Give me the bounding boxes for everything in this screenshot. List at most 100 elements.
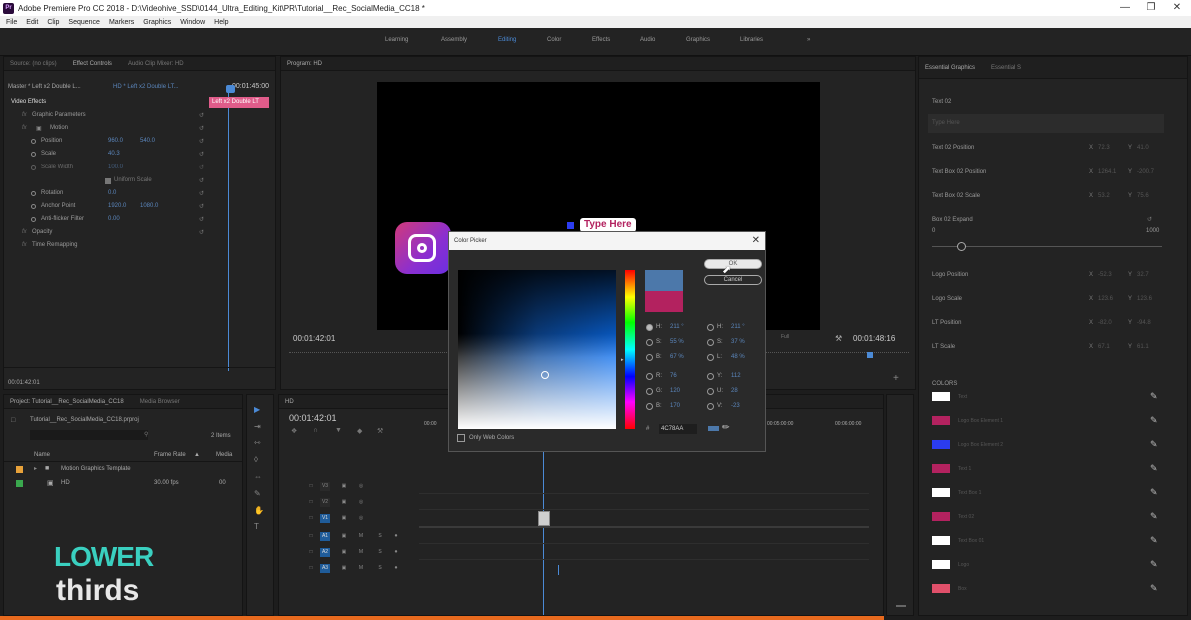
prop-y-value[interactable]: 123.6 [1137,296,1152,302]
track-sync-icon[interactable]: ▣ [339,532,349,541]
col-media-header[interactable]: Media [216,452,232,458]
anti-flicker-value[interactable]: 0.00 [108,216,120,222]
master-clip-dropdown[interactable]: Master * Left x2 Double L... [8,84,81,90]
eyedropper-icon[interactable]: ✎ [1150,535,1158,546]
track-lock-icon[interactable]: □ [306,564,316,573]
ec-row-time-remapping[interactable]: fx Time Remapping [4,240,209,252]
color-swatch[interactable] [932,392,950,401]
prop-x-value[interactable]: 123.6 [1098,296,1113,302]
stopwatch-icon[interactable] [31,204,36,209]
workspace-libraries[interactable]: Libraries [740,37,763,43]
hue-slider[interactable] [625,270,635,429]
col-name-header[interactable]: Name [34,452,50,458]
track-eye-icon[interactable]: ◎ [356,498,366,507]
position-y-value[interactable]: 540.0 [140,138,155,144]
reset-icon[interactable]: ↺ [199,151,204,158]
prop-x-value[interactable]: 67.1 [1098,344,1110,350]
eyedropper-icon[interactable]: ✎ [1150,391,1158,402]
eyedropper-icon[interactable]: ✎ [1150,559,1158,570]
track-sync-icon[interactable]: ▣ [339,514,349,523]
color-component-value[interactable]: 211 ° [670,324,684,330]
eyedropper-icon[interactable]: ✎ [1150,415,1158,426]
tab-program[interactable]: Program: HD [287,61,322,67]
tab-essential-sound[interactable]: Essential S [991,65,1021,71]
stopwatch-icon[interactable] [31,139,36,144]
minimize-icon[interactable]: — [1112,0,1138,16]
color-component-value[interactable]: 28 [731,388,738,394]
workspace-learning[interactable]: Learning [385,37,408,43]
color-model-radio[interactable] [646,339,653,346]
color-model-radio[interactable] [707,339,714,346]
prop-y-value[interactable]: 75.6 [1137,193,1149,199]
mute-icon[interactable]: M [356,532,366,541]
scale-width-value[interactable]: 100.0 [108,164,123,170]
reset-icon[interactable]: ↺ [199,229,204,236]
track-label-a2[interactable]: A2 [320,548,330,557]
solo-icon[interactable]: S [375,548,385,557]
ec-row-scale[interactable]: Scale 40.3 ↺ [4,149,209,161]
lower-third-text-box[interactable]: Type Here [580,218,636,232]
track-lock-icon[interactable]: □ [306,514,316,523]
track-lock-icon[interactable]: □ [306,532,316,541]
color-swatch[interactable] [932,584,950,593]
track-sync-icon[interactable]: ▣ [339,548,349,557]
workspace-color[interactable]: Color [547,37,561,43]
reset-icon[interactable]: ↺ [199,125,204,132]
color-swatch[interactable] [932,440,950,449]
expand-arrow-icon[interactable]: ▸ [34,465,37,472]
expand-slider-track[interactable] [932,246,1162,247]
program-playhead-icon[interactable] [867,352,873,358]
menu-edit[interactable]: Edit [26,19,38,26]
color-model-radio[interactable] [646,403,653,410]
saturation-brightness-field[interactable] [458,270,616,429]
stopwatch-icon[interactable] [31,191,36,196]
solo-icon[interactable]: S [375,532,385,541]
search-icon[interactable]: ⚲ [144,431,148,438]
color-model-radio[interactable] [646,373,653,380]
prop-x-value[interactable]: -82.0 [1098,320,1112,326]
color-swatch[interactable] [932,512,950,521]
mute-icon[interactable]: M [356,548,366,557]
ec-row-motion[interactable]: fx ▣ Motion ↺ [4,123,209,135]
track-lock-icon[interactable]: □ [306,548,316,557]
menu-help[interactable]: Help [214,19,228,26]
ec-row-anti-flicker[interactable]: Anti-flicker Filter 0.00 ↺ [4,214,209,226]
color-model-radio[interactable] [707,324,714,331]
slip-tool-icon[interactable]: ⇔ [254,472,262,481]
menu-window[interactable]: Window [180,19,205,26]
anchor-x-value[interactable]: 1920.0 [108,203,126,209]
color-component-value[interactable]: 48 % [731,354,745,360]
reset-icon[interactable]: ↺ [199,138,204,145]
track-label-v1[interactable]: V1 [320,514,330,523]
ec-row-opacity[interactable]: fx Opacity ↺ [4,227,209,239]
prop-x-value[interactable]: 72.3 [1098,145,1110,151]
reset-icon[interactable]: ↺ [199,190,204,197]
prop-x-value[interactable]: 1264.1 [1098,169,1116,175]
timeline-playhead[interactable] [543,450,544,615]
color-model-radio[interactable] [707,403,714,410]
color-model-radio[interactable] [646,354,653,361]
program-timecode-left[interactable]: 00:01:42:01 [293,334,335,343]
motion-transform-icon[interactable]: ▣ [36,125,42,132]
tab-sequence-hd[interactable]: HD [285,399,294,405]
solo-icon[interactable]: S [375,564,385,573]
tab-audio-clip-mixer[interactable]: Audio Clip Mixer: HD [128,61,184,67]
hue-slider-handle-icon[interactable]: ▸ [621,357,624,363]
reset-icon[interactable]: ↺ [199,164,204,171]
track-label-v2[interactable]: V2 [320,498,330,507]
marker-icon[interactable]: ◆ [357,427,362,435]
eyedropper-icon[interactable]: ✎ [1150,487,1158,498]
hand-tool-icon[interactable]: ✋ [254,506,264,515]
track-select-tool-icon[interactable]: ⇥ [254,422,261,431]
workspace-graphics[interactable]: Graphics [686,37,710,43]
prop-y-value[interactable]: 32.7 [1137,272,1149,278]
cancel-button[interactable]: Cancel [704,275,762,285]
ok-button[interactable]: OK [704,259,762,269]
color-swatch[interactable] [932,416,950,425]
maximize-icon[interactable]: ❐ [1138,0,1164,16]
color-component-value[interactable]: -23 [731,403,740,409]
pen-tool-icon[interactable]: ✎ [254,489,261,498]
razor-tool-icon[interactable]: ◊ [254,455,258,464]
track-lock-icon[interactable]: □ [306,498,316,507]
rotation-value[interactable]: 0.0 [108,190,116,196]
